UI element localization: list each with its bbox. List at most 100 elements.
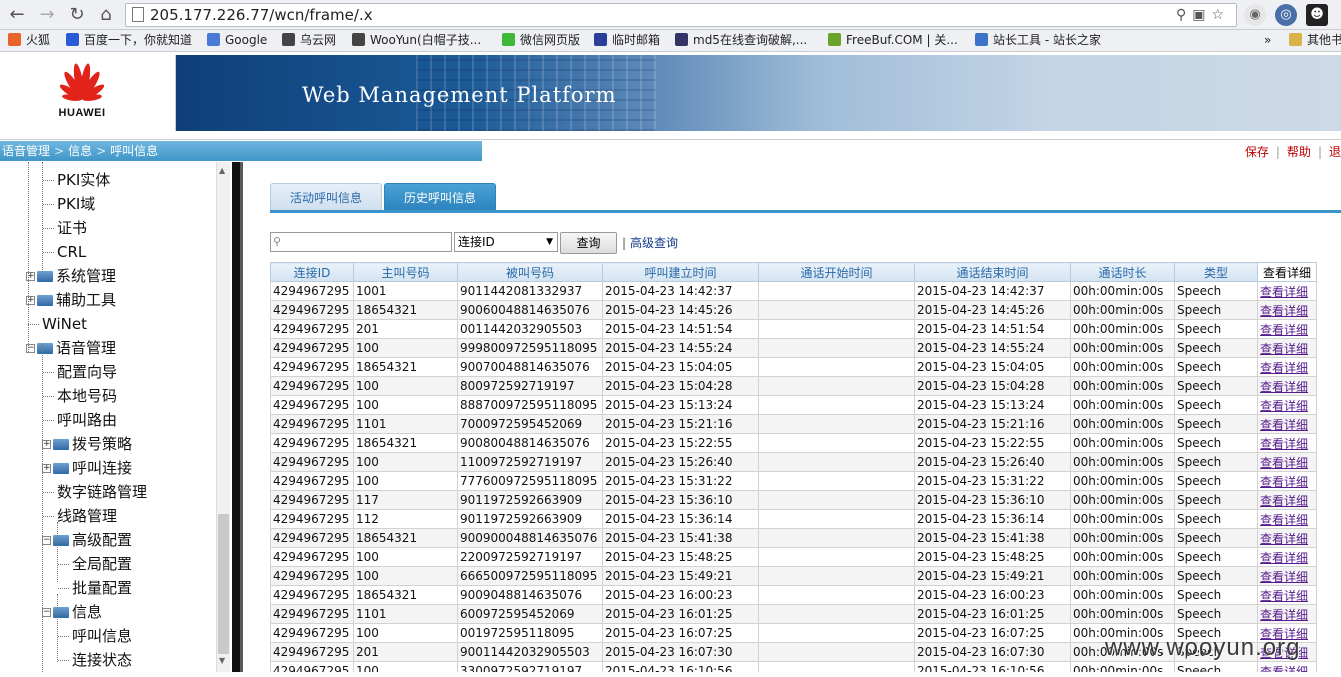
globe-icon[interactable]: ◎	[1275, 4, 1297, 26]
expand-icon[interactable]: +	[42, 464, 51, 473]
view-detail-link[interactable]: 查看详细	[1260, 475, 1308, 489]
bookmark-item[interactable]: md5在线查询破解,...	[675, 30, 807, 51]
help-link[interactable]: 帮助	[1287, 143, 1311, 160]
advanced-query-link[interactable]: 高级查询	[630, 236, 678, 250]
bookmark-star-icon[interactable]: ☆	[1211, 7, 1230, 23]
sidebar-item[interactable]: CRL	[57, 240, 86, 264]
table-cell: 4294967295	[270, 357, 354, 377]
sidebar-item[interactable]: + 系统管理	[26, 264, 116, 288]
view-detail-link[interactable]: 查看详细	[1260, 551, 1308, 565]
column-header[interactable]: 连接ID	[270, 262, 354, 282]
view-detail-link[interactable]: 查看详细	[1260, 456, 1308, 470]
view-detail-link[interactable]: 查看详细	[1260, 380, 1308, 394]
bookmark-item[interactable]: 站长工具 - 站长之家	[975, 30, 1101, 51]
column-header[interactable]: 主叫号码	[353, 262, 458, 282]
view-detail-link[interactable]: 查看详细	[1260, 589, 1308, 603]
reload-icon[interactable]: ↻	[66, 4, 88, 26]
view-detail-link[interactable]: 查看详细	[1260, 399, 1308, 413]
column-header[interactable]: 类型	[1174, 262, 1258, 282]
column-header[interactable]: 通话时长	[1070, 262, 1175, 282]
expand-icon[interactable]: +	[42, 440, 51, 449]
bookmark-item[interactable]: FreeBuf.COM | 关...	[828, 30, 958, 51]
search-field-select[interactable]: 连接ID ▼	[454, 232, 558, 252]
save-link[interactable]: 保存	[1245, 143, 1269, 160]
table-cell: 查看详细	[1257, 376, 1317, 396]
collapse-icon[interactable]: −	[42, 608, 51, 617]
column-header[interactable]: 呼叫建立时间	[602, 262, 759, 282]
sidebar-item[interactable]: + 辅助工具	[26, 288, 116, 312]
sidebar-item[interactable]: 呼叫信息	[72, 624, 132, 648]
column-header[interactable]: 通话结束时间	[914, 262, 1071, 282]
bookmark-item[interactable]: 临时邮箱	[594, 30, 660, 51]
back-icon[interactable]: ←	[6, 4, 28, 26]
view-detail-link[interactable]: 查看详细	[1260, 665, 1308, 673]
view-detail-link[interactable]: 查看详细	[1260, 532, 1308, 546]
bookmark-item[interactable]: 其他书	[1289, 30, 1341, 51]
sidebar-item[interactable]: + 呼叫连接	[42, 456, 132, 480]
sidebar-item[interactable]: PKI域	[57, 192, 95, 216]
bookmark-item[interactable]: WooYun(白帽子技...	[352, 30, 481, 51]
sidebar-item[interactable]: 本地号码	[57, 384, 117, 408]
sidebar-item[interactable]: − 语音管理	[26, 336, 116, 360]
scroll-up-icon[interactable]: ▲	[219, 166, 225, 175]
sidebar-item-label: 线路管理	[57, 507, 118, 525]
view-detail-link[interactable]: 查看详细	[1260, 437, 1308, 451]
view-detail-link[interactable]: 查看详细	[1260, 418, 1308, 432]
logout-link[interactable]: 退	[1329, 143, 1341, 160]
profile-icon[interactable]: ☻	[1306, 4, 1328, 26]
bookmark-item[interactable]: 微信网页版	[502, 30, 580, 51]
translate-icon[interactable]: ▣	[1192, 7, 1211, 23]
view-detail-link[interactable]: 查看详细	[1260, 361, 1308, 375]
view-detail-link[interactable]: 查看详细	[1260, 494, 1308, 508]
frame-divider[interactable]	[232, 162, 240, 672]
sidebar-item[interactable]: 批量配置	[72, 576, 132, 600]
divider: |	[622, 236, 627, 250]
table-cell: 4294967295	[270, 338, 354, 358]
sidebar-item[interactable]: 数字链路管理	[57, 480, 147, 504]
bookmark-item[interactable]: 乌云网	[282, 30, 336, 51]
column-header[interactable]: 查看详细	[1257, 262, 1317, 282]
sidebar-item[interactable]: WiNet	[42, 312, 87, 336]
sidebar-item[interactable]: 证书	[57, 216, 87, 240]
column-header[interactable]: 通话开始时间	[758, 262, 915, 282]
bookmark-item[interactable]: Google	[207, 30, 267, 51]
watermark-text: www.wooyun.org	[1105, 634, 1301, 661]
view-detail-link[interactable]: 查看详细	[1260, 323, 1308, 337]
search-input[interactable]: ⚲	[270, 232, 452, 252]
breadcrumb-item[interactable]: 语音管理	[2, 144, 50, 158]
breadcrumb-item[interactable]: 信息	[68, 144, 92, 158]
tab-active-calls[interactable]: 活动呼叫信息	[270, 183, 382, 211]
sidebar-item[interactable]: 全局配置	[72, 552, 132, 576]
sidebar-item[interactable]: 连接状态	[72, 648, 132, 672]
bookmark-item[interactable]: 百度一下，你就知道	[66, 30, 192, 51]
tab-history-calls[interactable]: 历史呼叫信息	[384, 183, 496, 211]
column-header[interactable]: 被叫号码	[457, 262, 603, 282]
breadcrumb-item[interactable]: 呼叫信息	[110, 144, 158, 158]
view-detail-link[interactable]: 查看详细	[1260, 304, 1308, 318]
sidebar-item[interactable]: PKI实体	[57, 168, 110, 192]
bookmark-label: FreeBuf.COM | 关...	[846, 33, 958, 47]
scroll-down-icon[interactable]: ▼	[219, 656, 225, 665]
sidebar-item[interactable]: 线路管理	[57, 504, 117, 528]
address-bar[interactable]: 205.177.226.77/wcn/frame/.x ⚲▣☆	[125, 3, 1237, 27]
view-detail-link[interactable]: 查看详细	[1260, 342, 1308, 356]
sidebar-item[interactable]: 呼叫路由	[57, 408, 117, 432]
bookmark-item[interactable]: »	[1264, 30, 1271, 51]
view-detail-link[interactable]: 查看详细	[1260, 285, 1308, 299]
sidebar-item[interactable]: − 信息	[42, 600, 102, 624]
home-icon[interactable]: ⌂	[95, 4, 117, 26]
sidebar-item[interactable]: − 高级配置	[42, 528, 132, 552]
view-detail-link[interactable]: 查看详细	[1260, 513, 1308, 527]
sidebar-item[interactable]: 配置向导	[57, 360, 117, 384]
extension-icon[interactable]: ◉	[1244, 4, 1266, 26]
sidebar-scrollbar[interactable]: ▲ ▼	[216, 162, 230, 672]
view-detail-link[interactable]: 查看详细	[1260, 608, 1308, 622]
collapse-icon[interactable]: −	[42, 536, 51, 545]
sidebar-item[interactable]: + 拨号策略	[42, 432, 132, 456]
bookmark-item[interactable]: 火狐	[8, 30, 50, 51]
view-detail-link[interactable]: 查看详细	[1260, 570, 1308, 584]
scroll-thumb[interactable]	[218, 514, 229, 654]
query-button[interactable]: 查询	[560, 232, 617, 254]
forward-icon[interactable]: →	[36, 4, 58, 26]
pin-icon[interactable]: ⚲	[1176, 7, 1192, 23]
